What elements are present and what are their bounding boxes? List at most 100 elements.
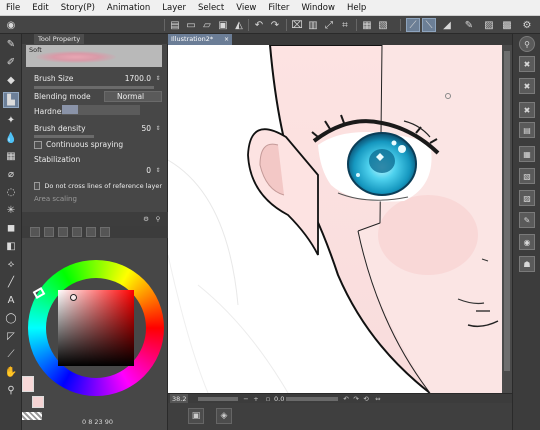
transparent-color-swatch[interactable]: [22, 412, 42, 420]
color-slider-tab-icon[interactable]: [44, 227, 54, 237]
zoom-slider[interactable]: [198, 397, 238, 401]
snap-to-special-ruler-icon[interactable]: ⟍: [422, 18, 436, 32]
move-tool-icon[interactable]: ✋: [3, 364, 19, 380]
crop-icon[interactable]: ⌗: [338, 18, 352, 32]
snap-to-ruler-icon[interactable]: ⟋: [406, 18, 420, 32]
do-not-cross-checkbox[interactable]: [34, 181, 41, 190]
menu-animation[interactable]: Animation: [101, 0, 156, 16]
clip-assets-icon[interactable]: ✎: [462, 18, 476, 32]
text-tool-icon[interactable]: A: [3, 292, 19, 308]
reset-rotation-icon[interactable]: ⟲: [362, 395, 370, 403]
tool-property-tab[interactable]: Tool Property: [34, 34, 85, 44]
new-file-icon[interactable]: ▭: [184, 18, 198, 32]
eyedropper-tool-icon[interactable]: ⌀: [3, 166, 19, 182]
line-tool-icon[interactable]: ╱: [3, 274, 19, 290]
document-tab[interactable]: Illustration2* ×: [168, 34, 232, 45]
save-icon[interactable]: ▣: [216, 18, 230, 32]
figure-icon[interactable]: ☗: [519, 256, 535, 272]
delete-icon[interactable]: ✖: [519, 56, 535, 72]
saturation-value-marker[interactable]: [70, 294, 77, 301]
zoom-out-icon[interactable]: −: [242, 395, 250, 403]
brush-density-row[interactable]: Brush density 50 ⇕: [34, 122, 162, 135]
flip-horizontal-icon[interactable]: ⇔: [374, 395, 382, 403]
camera-icon[interactable]: ◉: [519, 234, 535, 250]
menu-edit[interactable]: Edit: [26, 0, 54, 16]
continuous-spraying-checkbox[interactable]: [34, 140, 42, 149]
snap-to-grid-icon[interactable]: ◢: [440, 18, 454, 32]
redo-icon[interactable]: ↷: [268, 18, 282, 32]
area-scaling-row[interactable]: Area scaling: [34, 192, 162, 205]
menu-file[interactable]: File: [0, 0, 26, 16]
settings-icon[interactable]: ⚙: [520, 18, 534, 32]
zoom-in-icon[interactable]: +: [252, 395, 260, 403]
ruler-icon[interactable]: ▧: [376, 18, 390, 32]
search-icon[interactable]: ⚲: [154, 215, 162, 223]
blending-mode-select[interactable]: Normal: [104, 91, 162, 102]
menu-select[interactable]: Select: [192, 0, 230, 16]
main-color-swatch[interactable]: [22, 376, 34, 392]
grid-icon[interactable]: ▦: [360, 18, 374, 32]
layer-icon[interactable]: ▤: [519, 122, 535, 138]
fit-icon[interactable]: ▫: [264, 395, 272, 403]
magic-wand-tool-icon[interactable]: ✳: [3, 202, 19, 218]
gradient-tool-icon[interactable]: ◧: [3, 238, 19, 254]
edit-icon[interactable]: ✎: [519, 212, 535, 228]
fill-tool-icon[interactable]: ◼: [3, 220, 19, 236]
delete-icon[interactable]: ✖: [519, 78, 535, 94]
brush-size-row[interactable]: Brush Size 1700.0 ⇕: [34, 72, 162, 85]
menu-story[interactable]: Story(P): [55, 0, 101, 16]
image-icon[interactable]: ▨: [519, 190, 535, 206]
vertical-scrollbar-thumb[interactable]: [504, 51, 510, 371]
menu-layer[interactable]: Layer: [156, 0, 192, 16]
menu-window[interactable]: Window: [295, 0, 341, 16]
brush-size-spin-icon[interactable]: ⇕: [154, 74, 162, 84]
close-icon[interactable]: ×: [224, 34, 229, 45]
color-set-tab-icon[interactable]: [58, 227, 68, 237]
menu-help[interactable]: Help: [341, 0, 372, 16]
vertical-scrollbar[interactable]: [502, 45, 512, 393]
sub-view-icon[interactable]: ◈: [216, 408, 232, 424]
ask-icon[interactable]: ▩: [500, 18, 514, 32]
decoration-tool-icon[interactable]: ✦: [3, 112, 19, 128]
approximate-color-tab-icon[interactable]: [86, 227, 96, 237]
fill-icon[interactable]: ▥: [306, 18, 320, 32]
open-file-icon[interactable]: ▱: [200, 18, 214, 32]
transform-icon[interactable]: ⤢: [322, 18, 336, 32]
stabilization-spin-icon[interactable]: ⇕: [154, 166, 162, 176]
page-icon[interactable]: ▦: [519, 146, 535, 162]
menu-filter[interactable]: Filter: [262, 0, 295, 16]
pen-tool-icon[interactable]: ✎: [3, 36, 19, 52]
brush-size-slider[interactable]: [34, 86, 154, 89]
pencil-tool-icon[interactable]: ✐: [3, 54, 19, 70]
figure-tool-icon[interactable]: ▦: [3, 148, 19, 164]
rotation-slider[interactable]: [286, 397, 338, 401]
clip-studio-community-icon[interactable]: ▨: [482, 18, 496, 32]
undo-icon[interactable]: ↶: [252, 18, 266, 32]
sub-color-swatch[interactable]: [32, 396, 44, 408]
ruler-tool-icon[interactable]: ⟋: [3, 346, 19, 362]
zoom-tool-icon[interactable]: ⚲: [3, 382, 19, 398]
saturation-value-square[interactable]: [58, 290, 134, 366]
color-history-tab-icon[interactable]: [100, 227, 110, 237]
lasso-tool-icon[interactable]: ◌: [3, 184, 19, 200]
rotate-right-icon[interactable]: ↷: [352, 395, 360, 403]
eraser-tool-icon[interactable]: ◆: [3, 72, 19, 88]
hardness-slider[interactable]: [62, 105, 140, 115]
hardness-slider-thumb[interactable]: [62, 105, 78, 114]
folder-icon[interactable]: ▧: [519, 168, 535, 184]
rotate-left-icon[interactable]: ↶: [342, 395, 350, 403]
drawing-canvas[interactable]: [168, 45, 512, 393]
color-wheel-tab-icon[interactable]: [30, 227, 40, 237]
blend-tool-icon[interactable]: 💧: [3, 130, 19, 146]
balloon-tool-icon[interactable]: ◯: [3, 310, 19, 326]
delete-icon[interactable]: ✖: [519, 102, 535, 118]
new-canvas-icon[interactable]: ▤: [168, 18, 182, 32]
clear-icon[interactable]: ⌧: [290, 18, 304, 32]
frame-tool-icon[interactable]: ◸: [3, 328, 19, 344]
navigator-icon[interactable]: ▣: [188, 408, 204, 424]
intermediate-color-tab-icon[interactable]: [72, 227, 82, 237]
continuous-spraying-row[interactable]: Continuous spraying: [34, 138, 162, 151]
menu-view[interactable]: View: [230, 0, 262, 16]
object-tool-icon[interactable]: ⟡: [3, 256, 19, 272]
stabilization-value[interactable]: 0: [146, 166, 154, 175]
